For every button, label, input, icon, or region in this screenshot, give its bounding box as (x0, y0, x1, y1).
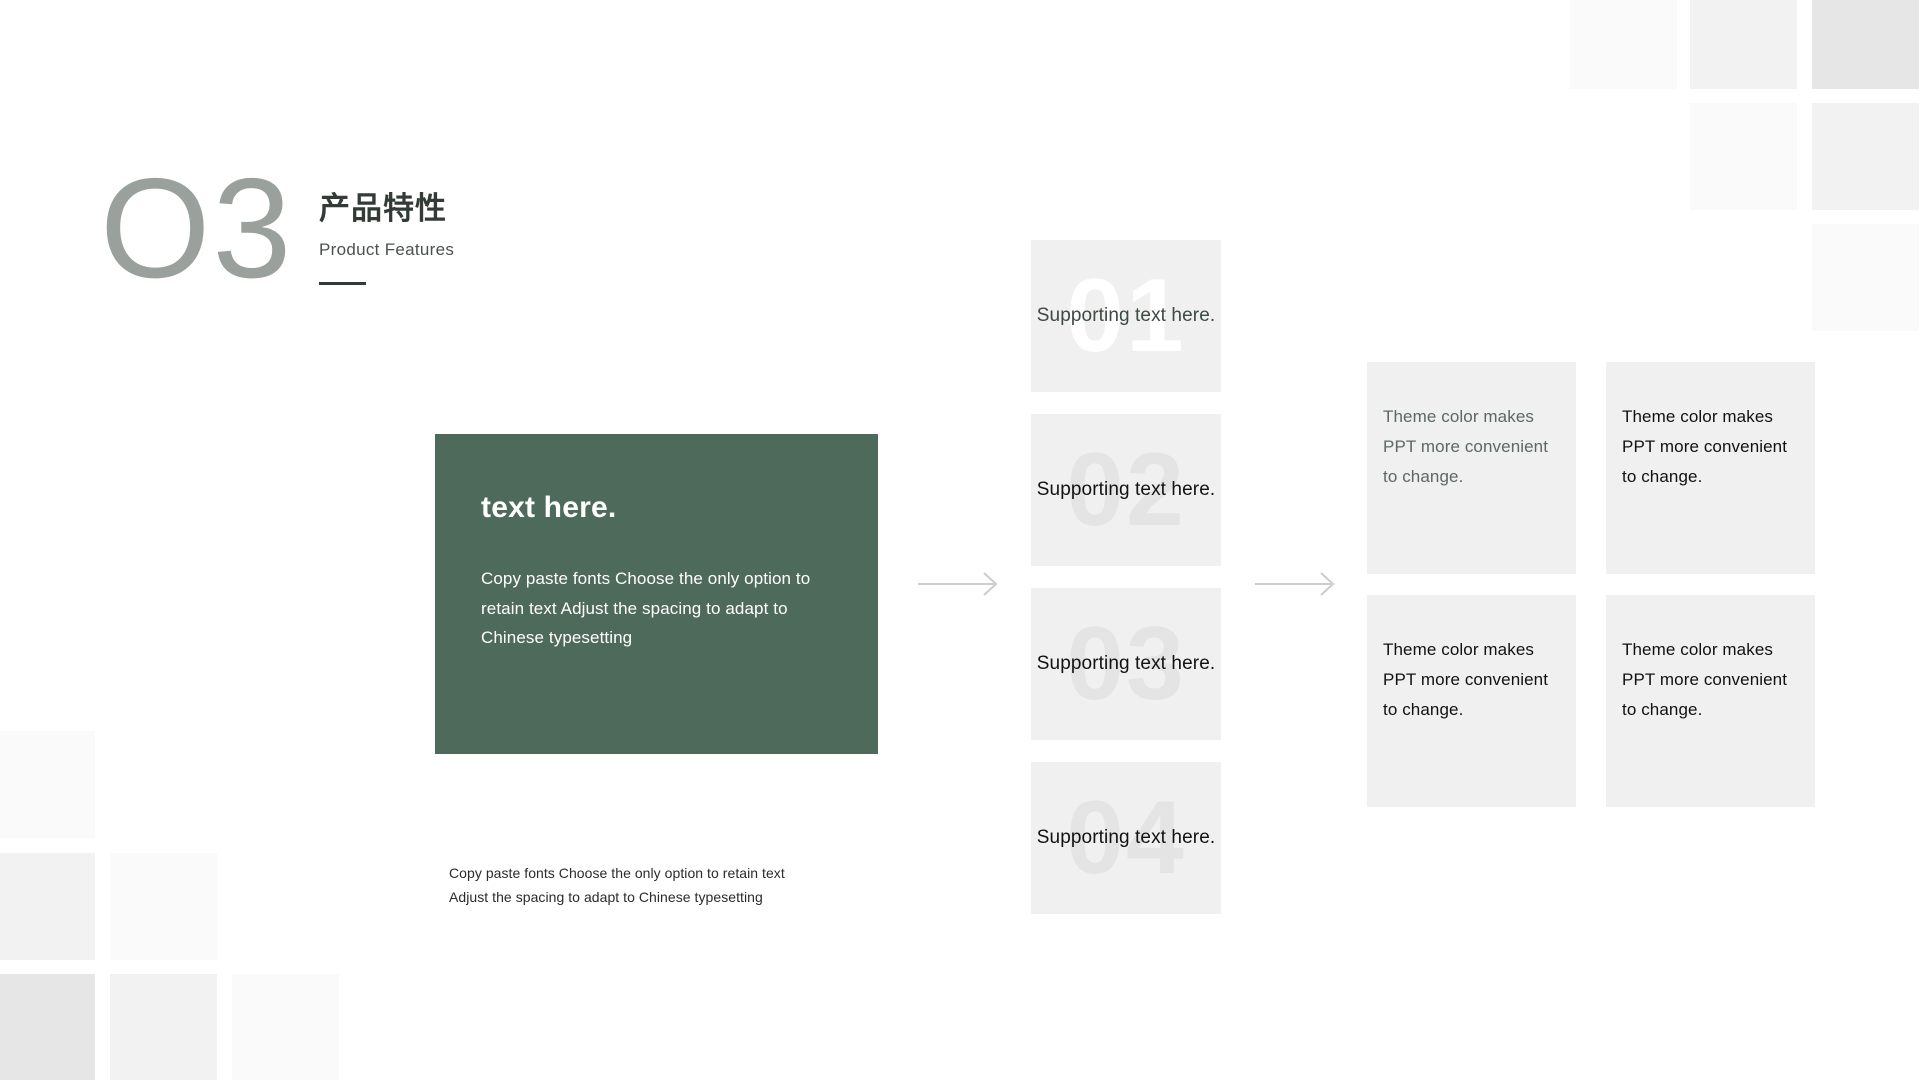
theme-card-1: Theme color makes PPT more convenient to… (1367, 362, 1576, 574)
decor-bottom-left-square-3 (110, 853, 217, 960)
feature-panel-body: Copy paste fonts Choose the only option … (481, 569, 811, 648)
supporting-card-01: 01 Supporting text here. (1031, 240, 1221, 392)
theme-card-text: Theme color makes PPT more convenient to… (1383, 407, 1549, 487)
theme-card-3: Theme color makes PPT more convenient to… (1367, 595, 1576, 807)
decor-top-right-square-6 (1812, 224, 1919, 331)
page-title: 产品特性 (319, 191, 447, 226)
feature-panel: text here. Copy paste fonts Choose the o… (435, 434, 878, 754)
theme-card-2: Theme color makes PPT more convenient to… (1606, 362, 1815, 574)
supporting-card-label: Supporting text here. (1036, 827, 1216, 849)
decor-bottom-left-square-5 (110, 974, 217, 1080)
feature-panel-title: text here. (481, 491, 617, 524)
supporting-card-label: Supporting text here. (1036, 305, 1216, 327)
supporting-card-03: 03 Supporting text here. (1031, 588, 1221, 740)
decor-bottom-left-square-6 (232, 974, 339, 1080)
arrow-right-icon-2 (1255, 571, 1337, 597)
supporting-card-04: 04 Supporting text here. (1031, 762, 1221, 914)
decor-top-right-square-4 (1690, 103, 1797, 210)
decor-top-right-square-5 (1812, 103, 1919, 210)
theme-card-4: Theme color makes PPT more convenient to… (1606, 595, 1815, 807)
slide-canvas: O3 产品特性 Product Features text here. Copy… (0, 0, 1920, 1080)
arrow-right-icon-1 (918, 571, 1000, 597)
section-number: O3 (100, 149, 294, 308)
theme-card-text: Theme color makes PPT more convenient to… (1383, 640, 1549, 720)
decor-top-right-square-2 (1690, 0, 1797, 89)
panel-caption: Copy paste fonts Choose the only option … (449, 862, 785, 909)
decor-bottom-left-square-4 (0, 974, 95, 1080)
supporting-card-label: Supporting text here. (1036, 479, 1216, 501)
supporting-card-02: 02 Supporting text here. (1031, 414, 1221, 566)
supporting-card-label: Supporting text here. (1036, 653, 1216, 675)
page-subtitle: Product Features (319, 239, 455, 259)
theme-card-text: Theme color makes PPT more convenient to… (1622, 407, 1788, 487)
section-heading-block: 产品特性 Product Features (319, 190, 455, 286)
decor-bottom-left-square-2 (0, 853, 95, 960)
decor-bottom-left-square-1 (0, 731, 95, 838)
decor-top-right-square-3 (1812, 0, 1919, 89)
panel-caption-line-2: Adjust the spacing to adapt to Chinese t… (449, 888, 763, 905)
panel-caption-line-1: Copy paste fonts Choose the only option … (449, 865, 785, 881)
decor-top-right-square-1 (1570, 0, 1677, 89)
heading-underline (319, 282, 366, 286)
theme-card-text: Theme color makes PPT more convenient to… (1622, 640, 1788, 720)
